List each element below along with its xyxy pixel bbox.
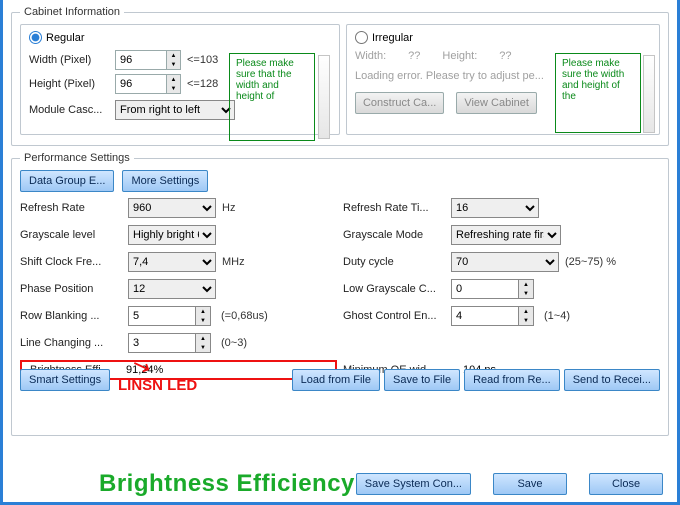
cabinet-legend: Cabinet Information	[20, 6, 124, 18]
construct-cabinet-button[interactable]: Construct Ca...	[355, 92, 444, 114]
irr-width-val: ??	[408, 50, 420, 62]
line-changing-label: Line Changing ...	[20, 337, 128, 349]
row-blanking-input[interactable]	[128, 306, 196, 326]
shift-clock-select[interactable]: 7,4	[128, 252, 216, 272]
line-changing-input[interactable]	[128, 333, 196, 353]
save-to-file-button[interactable]: Save to File	[384, 369, 460, 391]
close-button[interactable]: Close	[589, 473, 663, 495]
regular-label: Regular	[46, 32, 85, 44]
spin-up-icon[interactable]: ▲	[196, 307, 210, 316]
cascade-label: Module Casc...	[29, 104, 115, 116]
line-changing-spinner[interactable]: ▲▼	[196, 333, 211, 353]
spin-up-icon[interactable]: ▲	[519, 280, 533, 289]
ghost-control-label: Ghost Control En...	[343, 310, 451, 322]
grayscale-mode-label: Grayscale Mode	[343, 229, 451, 241]
cascade-select[interactable]: From right to left	[115, 100, 235, 120]
width-input[interactable]	[115, 50, 167, 70]
spin-down-icon[interactable]: ▼	[167, 84, 180, 93]
regular-help-box: Please make sure that the width and heig…	[229, 53, 315, 141]
save-button[interactable]: Save	[493, 473, 567, 495]
refresh-rate-select[interactable]: 960	[128, 198, 216, 218]
duty-cycle-label: Duty cycle	[343, 256, 451, 268]
irregular-help-box: Please make sure the width and height of…	[555, 53, 641, 133]
duty-cycle-select[interactable]: 70	[451, 252, 559, 272]
shift-clock-label: Shift Clock Fre...	[20, 256, 128, 268]
refresh-rate-ti-label: Refresh Rate Ti...	[343, 202, 451, 214]
spin-down-icon[interactable]: ▼	[519, 316, 533, 325]
row-blanking-hint: (=0,68us)	[221, 310, 268, 322]
height-hint: <=128	[187, 78, 218, 90]
ghost-control-spinner[interactable]: ▲▼	[519, 306, 534, 326]
smart-settings-button[interactable]: Smart Settings	[20, 369, 110, 391]
grayscale-level-select[interactable]: Highly bright 65	[128, 225, 216, 245]
annotation-brightness-efficiency: Brightness Efficiency	[99, 470, 355, 498]
more-settings-button[interactable]: More Settings	[122, 170, 208, 192]
spin-down-icon[interactable]: ▼	[196, 316, 210, 325]
spin-down-icon[interactable]: ▼	[519, 289, 533, 298]
grayscale-level-label: Grayscale level	[20, 229, 128, 241]
height-input[interactable]	[115, 74, 167, 94]
refresh-rate-label: Refresh Rate	[20, 202, 128, 214]
save-system-config-button[interactable]: Save System Con...	[356, 473, 471, 495]
spin-down-icon[interactable]: ▼	[167, 60, 180, 69]
ghost-control-input[interactable]	[451, 306, 519, 326]
width-hint: <=103	[187, 54, 218, 66]
spin-up-icon[interactable]: ▲	[519, 307, 533, 316]
low-grayscale-input[interactable]	[451, 279, 519, 299]
spin-up-icon[interactable]: ▲	[167, 51, 180, 60]
irregular-radio[interactable]	[355, 31, 368, 44]
irregular-panel: Irregular Width: ?? Height: ?? Loading e…	[346, 24, 660, 135]
brightness-eff-value: 91,24%	[126, 364, 163, 376]
duty-cycle-hint: (25~75) %	[565, 256, 616, 268]
row-blanking-label: Row Blanking ...	[20, 310, 128, 322]
scrollbar[interactable]	[318, 55, 330, 139]
phase-position-label: Phase Position	[20, 283, 128, 295]
shift-clock-unit: MHz	[222, 256, 245, 268]
regular-panel: Regular Width (Pixel) ▲▼ <=103 Height (P…	[20, 24, 340, 135]
spin-up-icon[interactable]: ▲	[196, 334, 210, 343]
spin-down-icon[interactable]: ▼	[196, 343, 210, 352]
ghost-control-hint: (1~4)	[544, 310, 570, 322]
view-cabinet-button[interactable]: View Cabinet	[456, 92, 537, 114]
cabinet-information-group: Cabinet Information Regular Width (Pixel…	[11, 6, 669, 146]
spin-up-icon[interactable]: ▲	[167, 75, 180, 84]
low-grayscale-spinner[interactable]: ▲▼	[519, 279, 534, 299]
load-from-file-button[interactable]: Load from File	[292, 369, 380, 391]
send-to-receiver-button[interactable]: Send to Recei...	[564, 369, 660, 391]
irr-height-label: Height:	[442, 50, 477, 62]
line-changing-hint: (0~3)	[221, 337, 247, 349]
refresh-rate-unit: Hz	[222, 202, 235, 214]
height-label: Height (Pixel)	[29, 78, 115, 90]
data-group-button[interactable]: Data Group E...	[20, 170, 114, 192]
scrollbar[interactable]	[643, 55, 655, 133]
refresh-rate-ti-select[interactable]: 16	[451, 198, 539, 218]
regular-radio[interactable]	[29, 31, 42, 44]
width-label: Width (Pixel)	[29, 54, 115, 66]
perf-legend: Performance Settings	[20, 152, 134, 164]
row-blanking-spinner[interactable]: ▲▼	[196, 306, 211, 326]
performance-settings-group: Performance Settings Data Group E... Mor…	[11, 152, 669, 436]
grayscale-mode-select[interactable]: Refreshing rate firs	[451, 225, 561, 245]
irr-height-val: ??	[499, 50, 511, 62]
irregular-label: Irregular	[372, 32, 413, 44]
phase-position-select[interactable]: 12	[128, 279, 216, 299]
width-spinner[interactable]: ▲▼	[167, 50, 181, 70]
low-grayscale-label: Low Grayscale C...	[343, 283, 451, 295]
irr-width-label: Width:	[355, 50, 386, 62]
height-spinner[interactable]: ▲▼	[167, 74, 181, 94]
read-from-receiver-button[interactable]: Read from Re...	[464, 369, 560, 391]
